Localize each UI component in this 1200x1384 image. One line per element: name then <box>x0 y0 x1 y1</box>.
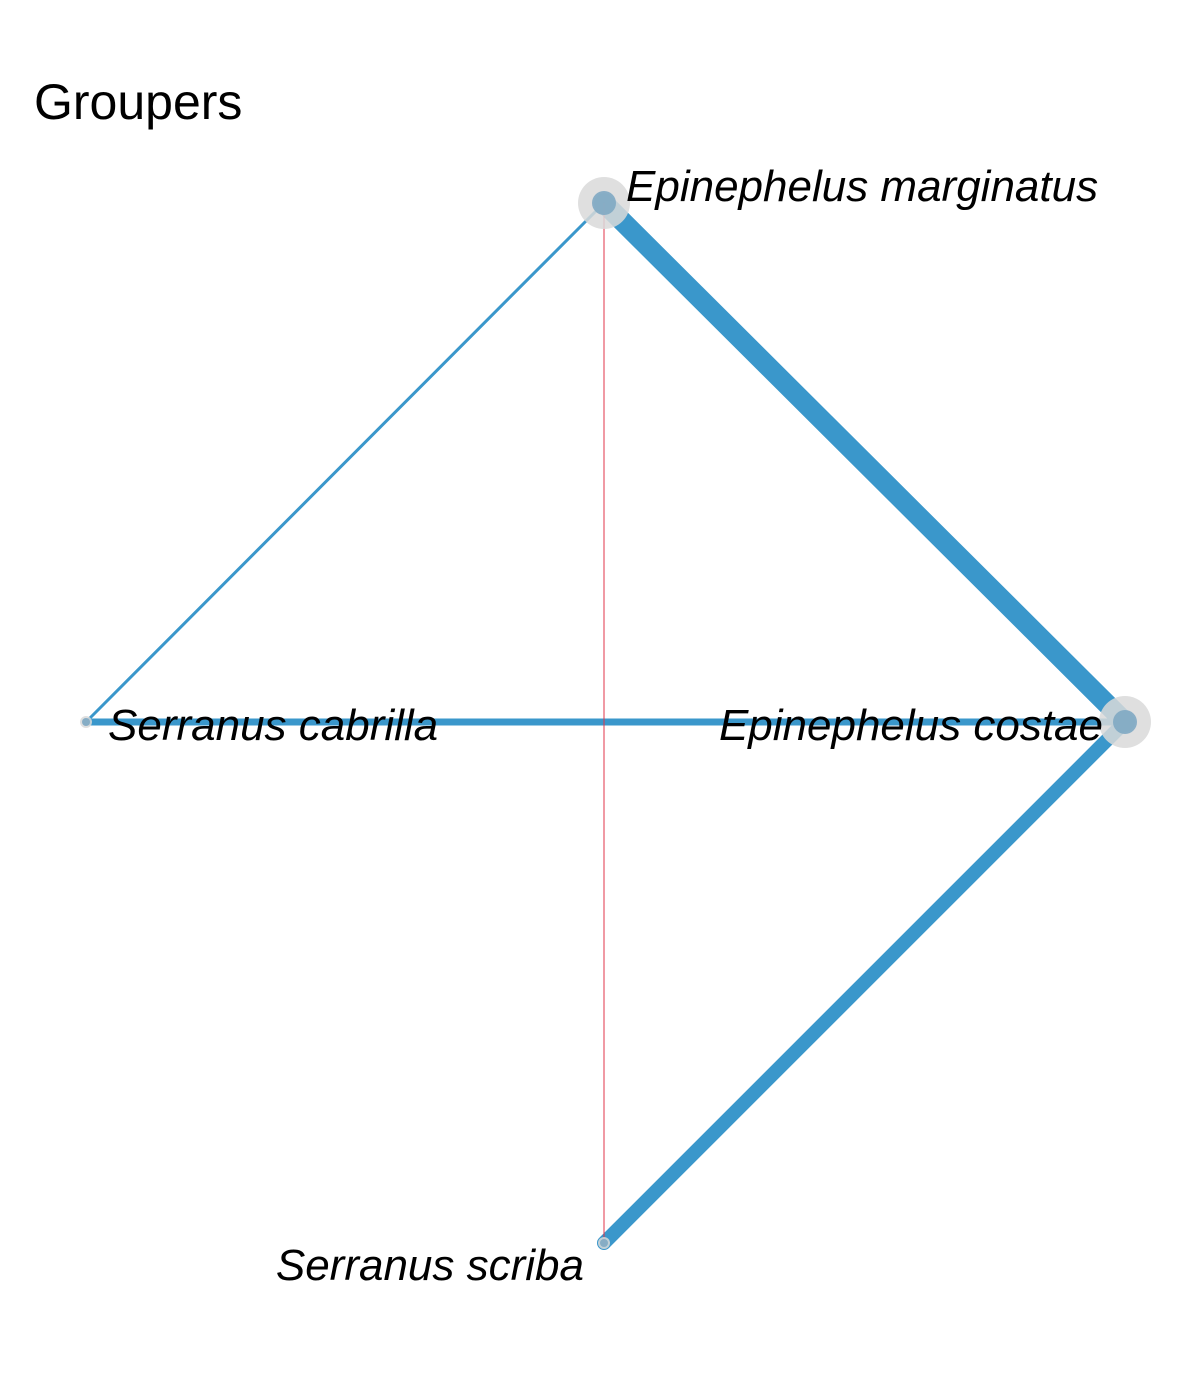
node-ss <box>598 1237 610 1249</box>
edge-em-sc <box>84 201 606 724</box>
node-em <box>578 177 630 229</box>
edge-em-ec <box>594 193 1135 732</box>
node-sc <box>80 716 92 728</box>
node-label-em: Epinephelus marginatus <box>626 162 1098 211</box>
edge-ec-ss <box>597 715 1132 1250</box>
network-diagram: Epinephelus marginatus Epinephelus costae… <box>80 162 1151 1290</box>
node-label-ss: Serranus scriba <box>276 1241 584 1290</box>
node-core <box>82 718 90 726</box>
node-core <box>600 1239 608 1247</box>
node-ec <box>1099 696 1151 748</box>
node-core <box>592 191 616 215</box>
node-core <box>1113 710 1137 734</box>
node-label-sc: Serranus cabrilla <box>108 701 438 750</box>
node-label-ec: Epinephelus costae <box>719 701 1103 750</box>
labels-layer: Epinephelus marginatus Epinephelus costae… <box>108 162 1103 1290</box>
